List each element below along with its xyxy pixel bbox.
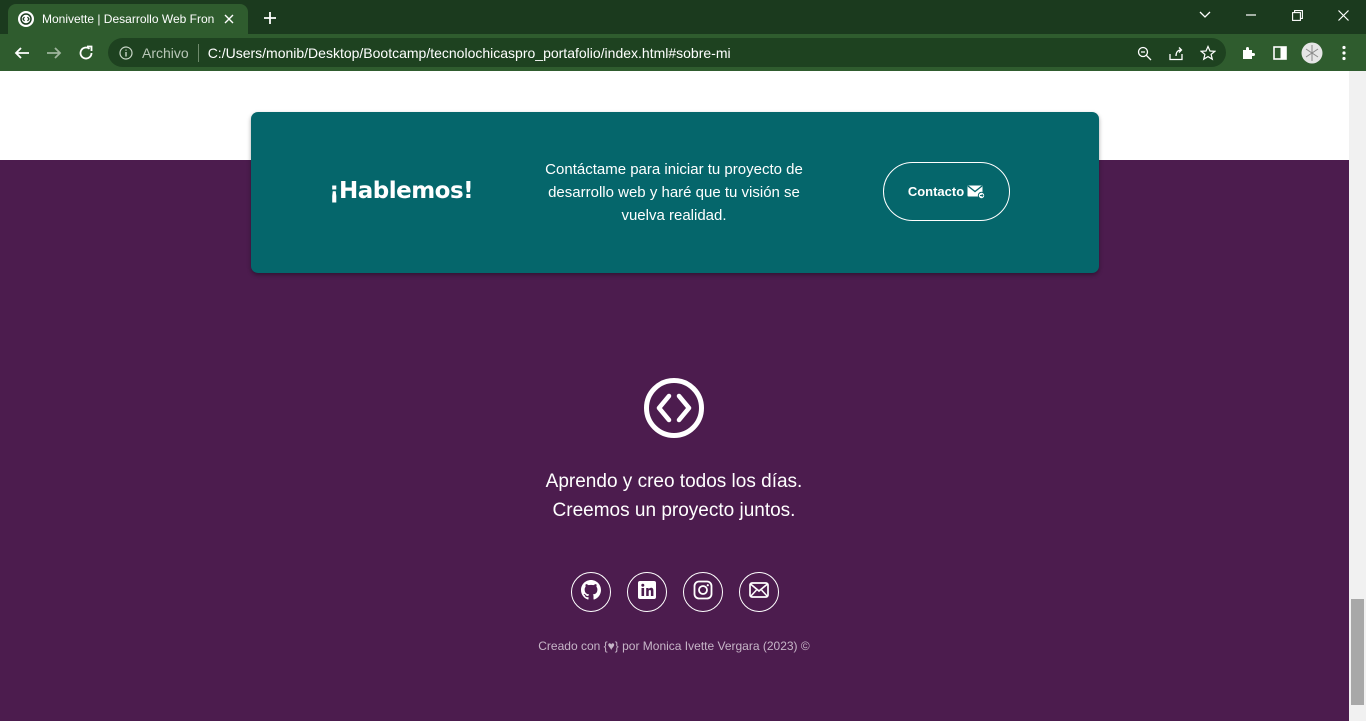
linkedin-icon <box>637 580 657 605</box>
footer-tagline: Aprendo y creo todos los días. Creemos u… <box>474 467 874 525</box>
tagline-line-2: Creemos un proyecto juntos. <box>552 500 796 521</box>
reload-icon[interactable] <box>72 39 100 67</box>
contact-button[interactable]: Contacto <box>883 162 1010 221</box>
new-tab-icon[interactable] <box>258 7 282 29</box>
tab-title: Monivette | Desarrollo Web Front <box>42 12 215 26</box>
instagram-link[interactable] <box>683 572 723 612</box>
extensions-icon[interactable] <box>1234 39 1262 67</box>
github-link[interactable] <box>571 572 611 612</box>
tab-close-icon[interactable] <box>220 10 238 28</box>
mail-icon <box>749 581 769 603</box>
linkedin-link[interactable] <box>627 572 667 612</box>
tab-search-chevron-icon[interactable] <box>1182 0 1228 30</box>
browser-menu-icon[interactable] <box>1330 39 1358 67</box>
mail-send-icon <box>967 184 986 199</box>
contact-cta-card: ¡Hablemos! Contáctame para iniciar tu pr… <box>251 112 1099 273</box>
address-bar[interactable]: Archivo C:/Users/monib/Desktop/Bootcamp/… <box>108 38 1226 67</box>
email-link[interactable] <box>739 572 779 612</box>
cta-title: ¡Hablemos! <box>329 178 474 204</box>
code-logo-icon <box>643 377 705 439</box>
tagline-line-1: Aprendo y creo todos los días. <box>545 471 803 492</box>
instagram-icon <box>693 580 713 605</box>
browser-toolbar: Archivo C:/Users/monib/Desktop/Bootcamp/… <box>0 34 1366 71</box>
footer-credits: Creado con {♥} por Monica Ivette Vergara… <box>538 639 810 653</box>
address-url[interactable]: C:/Users/monib/Desktop/Bootcamp/tecnoloc… <box>208 45 731 61</box>
cta-text: Contáctame para iniciar tu proyecto de d… <box>545 161 803 224</box>
social-links <box>571 572 779 612</box>
browser-tab-bar: Monivette | Desarrollo Web Front <box>0 0 1366 34</box>
site-favicon-icon <box>18 11 34 27</box>
side-panel-icon[interactable] <box>1266 39 1294 67</box>
scrollbar-thumb[interactable] <box>1351 599 1364 705</box>
share-icon[interactable] <box>1164 42 1188 64</box>
bookmark-star-icon[interactable] <box>1196 42 1220 64</box>
github-icon <box>581 579 601 605</box>
zoom-icon[interactable] <box>1132 42 1156 64</box>
site-info-icon[interactable] <box>118 45 134 61</box>
profile-avatar-icon[interactable] <box>1298 39 1326 67</box>
address-separator <box>197 43 199 62</box>
back-icon[interactable] <box>8 39 36 67</box>
close-window-icon[interactable] <box>1320 0 1366 30</box>
restore-icon[interactable] <box>1274 0 1320 30</box>
browser-tab[interactable]: Monivette | Desarrollo Web Front <box>8 4 248 34</box>
forward-icon[interactable] <box>40 39 68 67</box>
minimize-icon[interactable] <box>1228 0 1274 30</box>
contact-button-label: Contacto <box>907 184 965 199</box>
address-scheme: Archivo <box>142 44 189 61</box>
page-viewport: ¡Hablemos! Contáctame para iniciar tu pr… <box>0 71 1349 721</box>
